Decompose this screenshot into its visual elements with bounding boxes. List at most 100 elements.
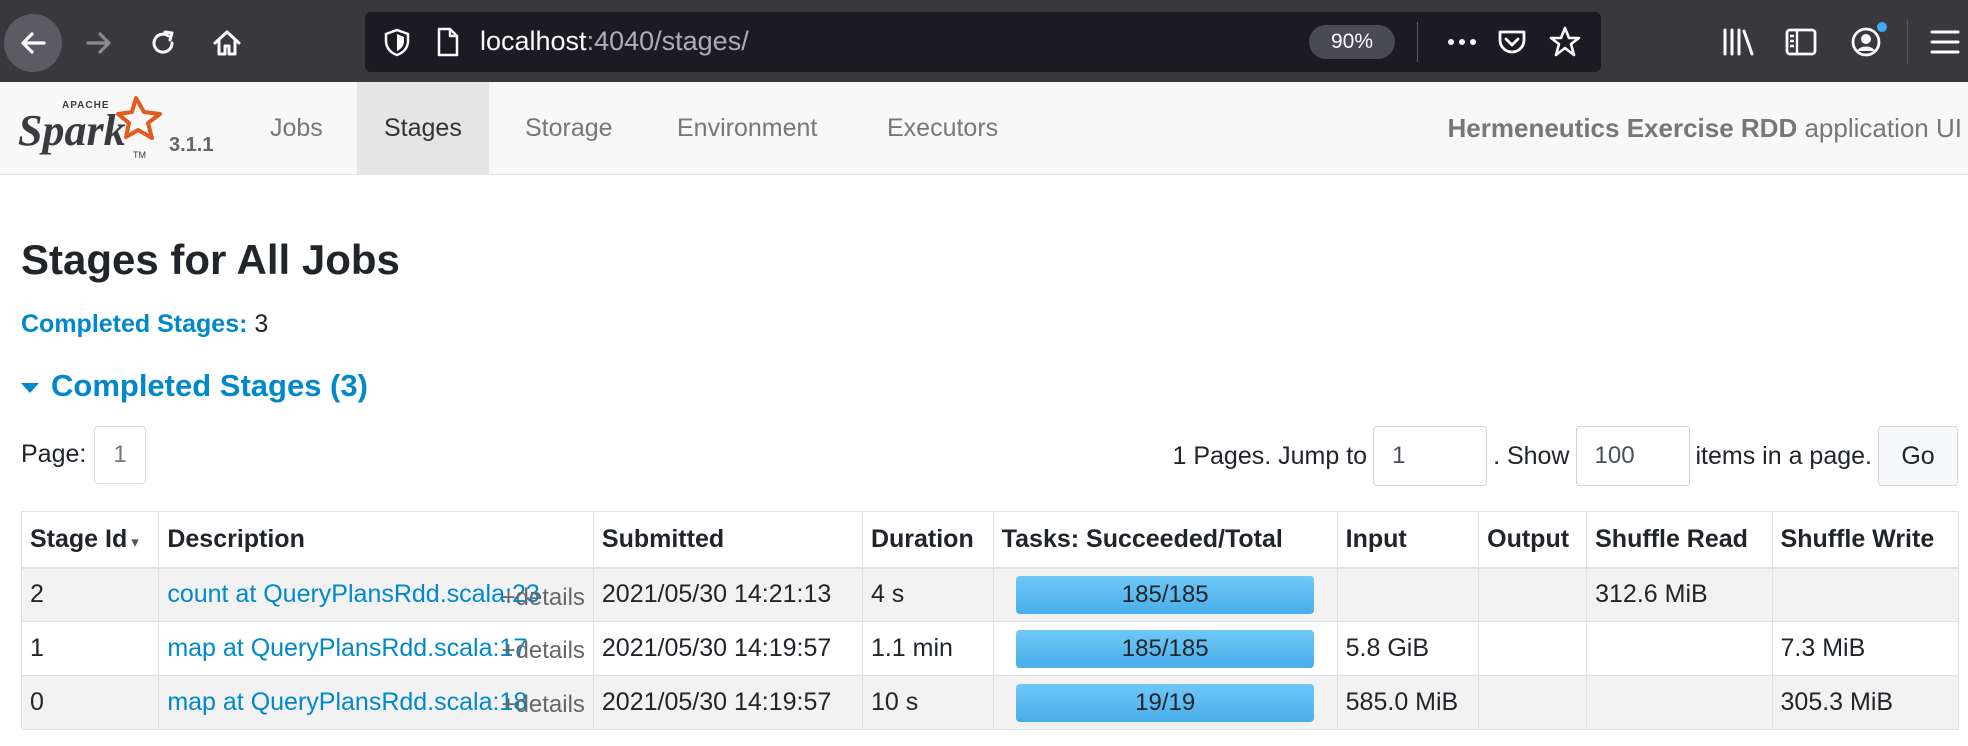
forward-button[interactable] <box>76 20 122 66</box>
tasks-cell: 185/185 <box>992 567 1338 622</box>
reload-button[interactable] <box>140 20 186 66</box>
browser-toolbar: localhost:4040/stages/ 90% <box>0 0 1968 82</box>
header-label: Stage Id <box>30 524 128 553</box>
output-cell <box>1478 675 1588 730</box>
shuffle-read-cell <box>1586 621 1773 676</box>
progress-text: 185/185 <box>1121 634 1209 662</box>
reload-icon <box>152 30 174 54</box>
details-toggle[interactable]: +details <box>502 691 585 719</box>
sidebar-icon[interactable] <box>1784 26 1818 58</box>
spark-navbar: APACHE Spark TM 3.1.1 Jobs Stages Storag… <box>0 82 1968 175</box>
library-icon[interactable] <box>1721 26 1757 58</box>
svg-text:TM: TM <box>133 150 146 160</box>
duration-cell: 1.1 min <box>861 621 994 676</box>
stage-description-link[interactable]: map at QueryPlansRdd.scala:18 <box>167 688 527 716</box>
url-separator <box>1417 22 1418 62</box>
stage-id-cell: 1 <box>20 621 160 676</box>
forward-arrow-icon <box>86 32 111 54</box>
brand-name: Spark <box>18 106 126 155</box>
back-button[interactable] <box>4 14 62 72</box>
pager-show-text: . Show <box>1493 441 1570 470</box>
back-arrow-icon <box>21 32 46 54</box>
description-cell: map at QueryPlansRdd.scala:18 +details <box>158 675 594 730</box>
tasks-cell: 19/19 <box>992 675 1338 730</box>
completed-stages-toggle[interactable]: Completed Stages (3) <box>21 368 368 404</box>
spark-logo[interactable]: APACHE Spark TM <box>18 90 218 170</box>
nav-executors[interactable]: Executors <box>860 82 1025 175</box>
pager-items-text: items in a page. <box>1695 441 1873 470</box>
tasks-cell: 185/185 <box>992 621 1338 676</box>
stage-id-cell: 2 <box>20 567 160 622</box>
pagination-form: 1 Pages. Jump to . Show items in a page.… <box>1172 426 1958 486</box>
duration-cell: 4 s <box>861 567 994 622</box>
header-input[interactable]: Input <box>1336 511 1480 569</box>
table-row: 2 count at QueryPlansRdd.scala:23 +detai… <box>20 567 1960 622</box>
table-row: 0 map at QueryPlansRdd.scala:18 +details… <box>20 675 1960 730</box>
zoom-level-badge[interactable]: 90% <box>1309 25 1395 59</box>
url-text[interactable]: localhost:4040/stages/ <box>480 26 749 57</box>
stage-summary: Completed Stages: 3 <box>21 310 268 339</box>
stage-id-cell: 0 <box>20 675 160 730</box>
details-toggle[interactable]: +details <box>502 637 585 665</box>
pocket-icon[interactable] <box>1496 26 1528 58</box>
page-label: Page: <box>21 440 87 468</box>
header-tasks[interactable]: Tasks: Succeeded/Total <box>992 511 1338 569</box>
submitted-cell: 2021/05/30 14:19:57 <box>592 675 863 730</box>
nav-environment[interactable]: Environment <box>650 82 844 175</box>
duration-cell: 10 s <box>861 675 994 730</box>
spark-star-icon: APACHE Spark TM <box>18 96 162 160</box>
nav-storage[interactable]: Storage <box>498 82 640 175</box>
tasks-progress-bar: 19/19 <box>1016 683 1315 722</box>
home-button[interactable] <box>204 20 250 66</box>
pager-pages-text: 1 Pages. Jump to <box>1172 441 1368 470</box>
details-toggle[interactable]: +details <box>502 584 585 612</box>
account-icon[interactable] <box>1848 20 1888 60</box>
nav-jobs[interactable]: Jobs <box>243 82 350 175</box>
output-cell <box>1478 567 1588 622</box>
menu-icon[interactable] <box>1928 26 1962 58</box>
stage-description-link[interactable]: map at QueryPlansRdd.scala:17 <box>167 634 527 662</box>
completed-stages-link[interactable]: Completed Stages: <box>21 310 247 338</box>
stage-description-link[interactable]: count at QueryPlansRdd.scala:23 <box>167 580 539 608</box>
header-description[interactable]: Description <box>158 511 594 569</box>
header-output[interactable]: Output <box>1478 511 1588 569</box>
more-icon[interactable] <box>1445 30 1479 54</box>
shuffle-write-cell: 305.3 MiB <box>1771 675 1960 730</box>
spark-version: 3.1.1 <box>169 134 214 156</box>
shuffle-read-cell <box>1586 675 1773 730</box>
app-name: Hermeneutics Exercise RDD <box>1447 113 1798 143</box>
header-duration[interactable]: Duration <box>861 511 994 569</box>
shuffle-write-cell <box>1771 567 1960 622</box>
input-cell: 585.0 MiB <box>1336 675 1480 730</box>
table-row: 1 map at QueryPlansRdd.scala:17 +details… <box>20 621 1960 676</box>
description-cell: count at QueryPlansRdd.scala:23 +details <box>158 567 594 622</box>
table-header-row: Stage Id ▾ Description Submitted Duration… <box>20 511 1960 569</box>
shield-icon[interactable] <box>383 27 411 57</box>
nav-stages[interactable]: Stages <box>357 82 489 175</box>
progress-text: 185/185 <box>1121 580 1209 608</box>
page-size-input[interactable] <box>1575 426 1690 486</box>
jump-to-page-input[interactable] <box>1373 426 1488 486</box>
header-shuffle-read[interactable]: Shuffle Read <box>1586 511 1773 569</box>
url-bar[interactable]: localhost:4040/stages/ 90% <box>365 12 1601 72</box>
section-title: Completed Stages (3) <box>51 368 368 403</box>
go-button[interactable]: Go <box>1878 426 1958 486</box>
header-shuffle-write[interactable]: Shuffle Write <box>1771 511 1960 569</box>
header-stage-id[interactable]: Stage Id ▾ <box>20 511 160 569</box>
shuffle-write-cell: 7.3 MiB <box>1771 621 1960 676</box>
header-submitted[interactable]: Submitted <box>592 511 863 569</box>
collapse-arrow-icon <box>21 383 39 393</box>
star-icon[interactable] <box>1548 25 1582 59</box>
output-cell <box>1478 621 1588 676</box>
toolbar-divider <box>1907 20 1908 64</box>
completed-stages-count: 3 <box>254 310 269 338</box>
sort-desc-icon: ▾ <box>131 533 139 551</box>
tasks-progress-bar: 185/185 <box>1016 629 1315 668</box>
app-title: Hermeneutics Exercise RDD application UI <box>1448 82 1962 175</box>
page-title: Stages for All Jobs <box>21 236 400 283</box>
page-number-link[interactable]: 1 <box>94 426 146 484</box>
url-path: :4040/stages/ <box>586 26 749 56</box>
input-cell <box>1336 567 1480 622</box>
home-icon <box>213 30 241 56</box>
shuffle-read-cell: 312.6 MiB <box>1586 567 1773 622</box>
